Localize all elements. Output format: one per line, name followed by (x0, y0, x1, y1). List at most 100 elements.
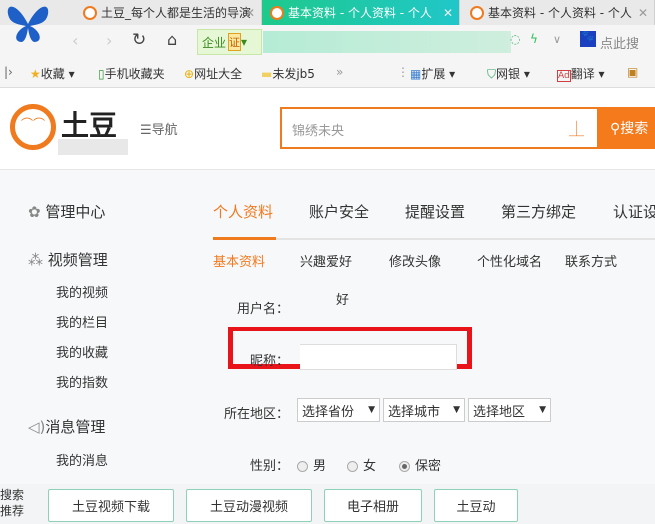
province-select[interactable]: 选择省份 ▼ (297, 398, 380, 422)
dropdown-arrow-icon: ▼ (453, 405, 460, 415)
gender-radio-female[interactable]: 女 (347, 455, 376, 474)
tab-third-party[interactable]: 第三方绑定 (501, 201, 576, 222)
sidebar-toggle-icon[interactable]: |› (4, 65, 13, 79)
cert-icon: 证 (228, 33, 242, 51)
sidebar-item-my-index[interactable]: 我的指数 (56, 372, 108, 391)
recommend-button[interactable]: 土豆视频下载 (48, 489, 174, 522)
back-icon[interactable]: ‹ (72, 31, 78, 50)
close-tab-icon[interactable]: ✕ (443, 6, 453, 20)
address-bar-row: ‹ › ↻ ⌂ 企业证 ▾ ◌ ϟ ∨ 🐾 点此搜 (0, 25, 655, 58)
butterfly-logo-icon (4, 2, 52, 46)
enterprise-cert-badge[interactable]: 企业证 ▾ (197, 29, 262, 55)
bookmark-label: 扩展 (421, 67, 446, 81)
tab-account-security[interactable]: 账户安全 (309, 201, 369, 222)
search-engine-input[interactable]: 点此搜 (600, 33, 639, 52)
username-placeholder-block (58, 139, 128, 155)
reload-icon[interactable]: ↻ (132, 30, 146, 50)
menu-icon: ☰ (140, 123, 152, 138)
screenshot-icon[interactable]: ▣ (627, 65, 638, 79)
username-label: 用户名： (237, 302, 290, 317)
dropdown-arrow-icon: ▼ (368, 405, 375, 415)
tudou-logo-icon[interactable]: ⌒⌒ (10, 104, 56, 150)
recommend-label: 搜索推荐 (0, 488, 25, 518)
ebank-button[interactable]: ⛉网银 ▾ (487, 65, 530, 82)
tudou-favicon-icon (270, 5, 284, 20)
site-header: ⌒⌒ 土豆 ☰导航 锦绣未央 ⏊ ⚲搜索 (0, 88, 655, 170)
radio-icon (347, 461, 358, 472)
tab-title: 基本资料 - 个人资料 - 个人 (288, 6, 432, 20)
tab-title: 土豆_每个人都是生活的导演 (101, 6, 251, 20)
browser-tab-bar: 土豆_每个人都是生活的导演 ✕ 基本资料 - 个人资料 - 个人 ✕ 基本资料 - … (0, 0, 655, 43)
select-value: 选择城市 (388, 404, 441, 420)
recommend-button[interactable]: 土豆动漫视频 (186, 489, 312, 522)
chart-icon[interactable]: ⏊ (569, 118, 584, 139)
folder-icon: ▬ (261, 67, 273, 81)
browser-tab[interactable]: 基本资料 - 个人资料 - 个人 ✕ (462, 0, 655, 25)
baidu-paw-icon: 🐾 (580, 31, 596, 47)
dropdown-arrow-icon: ▼ (539, 405, 546, 415)
bookmark-label: 翻译 (570, 67, 595, 81)
site-logo-text[interactable]: 土豆 (61, 104, 117, 144)
url-input[interactable] (263, 31, 511, 53)
radio-label: 男 (313, 459, 327, 474)
district-select[interactable]: 选择地区 ▼ (468, 398, 551, 422)
radio-checked-icon (399, 461, 410, 472)
nickname-label: 昵称： (250, 354, 290, 369)
bookmark-label: 未发jb5 (272, 67, 315, 81)
browser-tab[interactable]: 土豆_每个人都是生活的导演 ✕ (75, 0, 262, 25)
tab-personal-info[interactable]: 个人资料 (213, 201, 273, 222)
sidebar-section-messages[interactable]: ◁)消息管理 (28, 416, 105, 437)
sidebar-item-my-favorites[interactable]: 我的收藏 (56, 342, 108, 361)
bookmark-favorites[interactable]: ★收藏 ▾ (30, 65, 75, 82)
more-icon[interactable]: ⋮ (397, 65, 409, 79)
forward-icon[interactable]: › (106, 31, 112, 50)
bookmark-folder[interactable]: ▬未发jb5 (261, 65, 315, 82)
select-value: 选择省份 (302, 404, 355, 420)
bookmark-label: 收藏 (40, 67, 65, 81)
subtab-interests[interactable]: 兴趣爱好 (300, 251, 352, 270)
city-select[interactable]: 选择城市 ▼ (383, 398, 465, 422)
extensions-button[interactable]: ▦扩展 ▾ (410, 65, 455, 82)
nickname-input[interactable] (300, 344, 457, 370)
search-button[interactable]: ⚲搜索 (598, 107, 655, 149)
tab-verification[interactable]: 认证设置 (613, 201, 655, 222)
gender-radio-secret[interactable]: 保密 (399, 455, 441, 474)
nav-menu-button[interactable]: ☰导航 (140, 119, 178, 138)
dropdown-icon[interactable]: ∨ (553, 33, 561, 46)
region-label: 所在地区： (224, 407, 290, 422)
close-tab-icon[interactable]: ✕ (638, 6, 648, 20)
subtab-basic-info[interactable]: 基本资料 (213, 251, 265, 270)
radio-icon (297, 461, 308, 472)
bookmark-sites[interactable]: ⊕网址大全 (184, 65, 242, 82)
search-placeholder: 锦绣未央 (292, 124, 345, 139)
sidebar-section-video[interactable]: ⁂ 视频管理 (28, 249, 108, 270)
star-icon: ★ (30, 67, 41, 81)
recommend-button[interactable]: 电子相册 (324, 489, 422, 522)
lightning-icon[interactable]: ϟ (530, 32, 538, 46)
sidebar-item-my-columns[interactable]: 我的栏目 (56, 312, 108, 331)
active-tab-underline (213, 237, 276, 240)
tab-reminder-settings[interactable]: 提醒设置 (405, 201, 465, 222)
subtab-contact[interactable]: 联系方式 (565, 251, 617, 270)
gender-radio-male[interactable]: 男 (297, 455, 326, 474)
bookmark-mobile[interactable]: ▯手机收藏夹 (98, 65, 165, 82)
translate-button[interactable]: Ad翻译 ▾ (557, 65, 605, 82)
subtab-avatar[interactable]: 修改头像 (389, 251, 441, 270)
bookmark-label: 手机收藏夹 (104, 67, 165, 81)
bookmark-label: 网址大全 (194, 67, 243, 81)
search-input[interactable]: 锦绣未央 ⏊ (280, 107, 599, 149)
recommend-button[interactable]: 土豆动 (434, 489, 518, 522)
flower-icon: ✿ (28, 203, 41, 221)
subtab-domain[interactable]: 个性化域名 (477, 251, 542, 270)
refresh-status-icon: ◌ (510, 32, 521, 46)
sidebar-item-my-videos[interactable]: 我的视频 (56, 282, 108, 301)
home-icon[interactable]: ⌂ (167, 30, 177, 49)
radio-label: 女 (363, 459, 377, 474)
more-bookmarks-button[interactable]: » (336, 65, 343, 79)
nav-label: 导航 (151, 123, 178, 138)
sidebar-item-my-messages[interactable]: 我的消息 (56, 450, 108, 469)
grid-icon: ▦ (410, 67, 422, 81)
sidebar-section-admin[interactable]: ✿ 管理中心 (28, 201, 105, 222)
close-tab-icon[interactable]: ✕ (245, 6, 255, 20)
browser-tab-active[interactable]: 基本资料 - 个人资料 - 个人 ✕ (262, 0, 460, 25)
